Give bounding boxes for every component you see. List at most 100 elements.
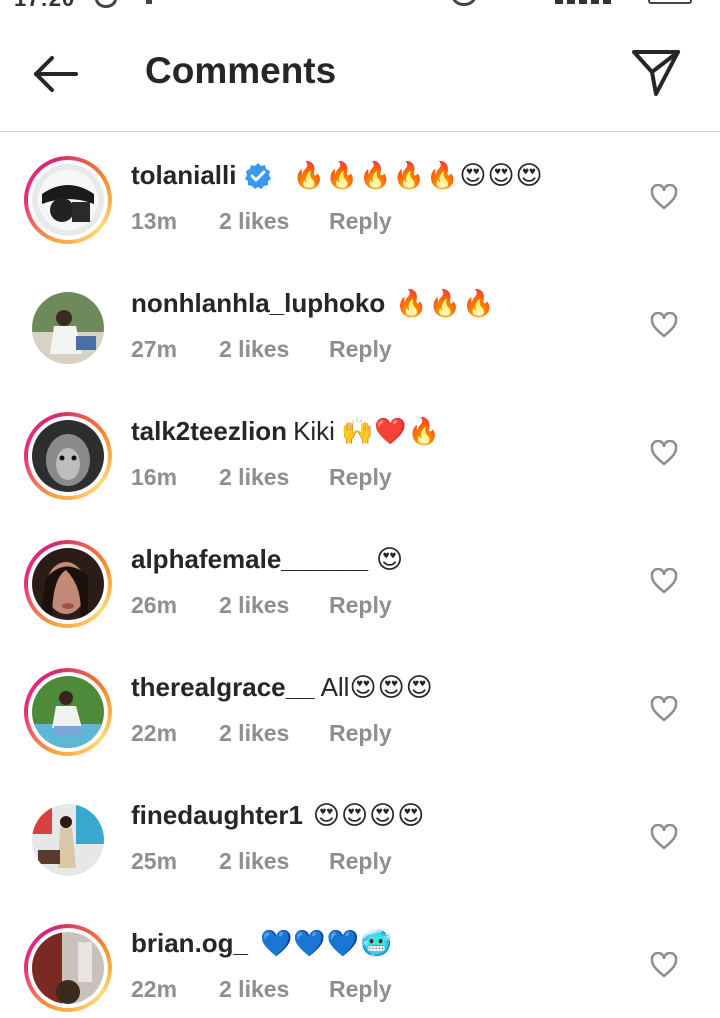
verified-badge-icon — [244, 162, 272, 190]
heart-icon — [650, 311, 678, 338]
comment-row: finedaughter1 😍😍😍😍 25m 2 likes Reply — [0, 772, 720, 900]
heart-icon — [650, 183, 678, 210]
comment-row: tolanialli 🔥🔥🔥🔥🔥😍😍😍 13m 2 likes Reply — [0, 132, 720, 260]
comment-emojis: 😍 — [376, 544, 405, 574]
alarm-icon — [452, 0, 476, 6]
comment-content: finedaughter1 😍😍😍😍 — [131, 800, 425, 831]
page-title: Comments — [145, 50, 337, 91]
heart-icon — [650, 695, 678, 722]
avatar — [32, 676, 104, 748]
avatar-story-ring[interactable] — [24, 156, 112, 244]
like-button[interactable] — [650, 439, 678, 466]
comment-meta: 13m 2 likes Reply — [131, 208, 392, 235]
comment-emojis: 🔥🔥🔥🔥🔥😍😍😍 — [292, 160, 544, 190]
status-time: 17:20 — [14, 0, 75, 12]
heart-icon — [650, 439, 678, 466]
comment-emojis: 😍😍😍😍 — [312, 800, 426, 830]
comment-username[interactable]: nonhlanhla_luphoko — [131, 288, 385, 319]
comment-likes[interactable]: 2 likes — [219, 208, 329, 235]
heart-icon — [650, 823, 678, 850]
comment-emojis: 🔥🔥🔥 — [395, 288, 496, 318]
comment-likes[interactable]: 2 likes — [219, 592, 329, 619]
like-button[interactable] — [650, 823, 678, 850]
comment-time: 27m — [131, 336, 178, 362]
heart-icon — [650, 951, 678, 978]
like-button[interactable] — [650, 567, 678, 594]
comment-likes[interactable]: 2 likes — [219, 336, 329, 363]
comment-likes[interactable]: 2 likes — [219, 976, 329, 1003]
comments-header: Comments — [0, 12, 720, 132]
comment-row: nonhlanhla_luphoko 🔥🔥🔥 27m 2 likes Reply — [0, 260, 720, 388]
comment-content: alphafemale______ 😍 — [131, 544, 404, 575]
avatar — [32, 932, 104, 1004]
comment-time: 16m — [131, 464, 178, 490]
comment-username[interactable]: therealgrace__ — [131, 672, 315, 703]
reply-button[interactable]: Reply — [329, 592, 392, 619]
comment-emojis: 💙💙💙🥶 — [260, 928, 394, 958]
like-button[interactable] — [650, 311, 678, 338]
comment-username[interactable]: brian.og_ — [131, 928, 248, 959]
comment-meta: 22m 2 likes Reply — [131, 720, 392, 747]
like-button[interactable] — [650, 695, 678, 722]
share-button[interactable] — [630, 48, 682, 98]
comment-meta: 22m 2 likes Reply — [131, 976, 392, 1003]
comment-username[interactable]: finedaughter1 — [131, 800, 303, 831]
heart-icon — [650, 567, 678, 594]
avatar — [32, 164, 104, 236]
comment-username[interactable]: talk2teezlion — [131, 416, 287, 447]
like-button[interactable] — [650, 183, 678, 210]
comment-row: alphafemale______ 😍 26m 2 likes Reply — [0, 516, 720, 644]
paper-plane-icon — [632, 50, 680, 96]
back-button[interactable] — [32, 54, 80, 94]
comment-likes[interactable]: 2 likes — [219, 720, 329, 747]
comment-likes[interactable]: 2 likes — [219, 848, 329, 875]
comment-row: talk2teezlion Kiki 🙌❤️🔥 16m 2 likes Repl… — [0, 388, 720, 516]
avatar-container[interactable] — [24, 284, 112, 372]
comment-emojis: 😍😍😍 — [349, 672, 434, 702]
comment-meta: 27m 2 likes Reply — [131, 336, 392, 363]
avatar — [32, 292, 104, 364]
notification-icon-2 — [146, 0, 152, 4]
comment-content: brian.og_ 💙💙💙🥶 — [131, 928, 394, 959]
reply-button[interactable]: Reply — [329, 720, 392, 747]
comment-likes[interactable]: 2 likes — [219, 464, 329, 491]
avatar-story-ring[interactable] — [24, 540, 112, 628]
status-bar: 17:20 — [0, 0, 720, 12]
avatar — [32, 804, 104, 876]
like-button[interactable] — [650, 951, 678, 978]
comment-row: therealgrace__ All 😍😍😍 22m 2 likes Reply — [0, 644, 720, 772]
comment-time: 22m — [131, 976, 178, 1002]
comment-meta: 16m 2 likes Reply — [131, 464, 392, 491]
comment-username[interactable]: tolanialli — [131, 160, 236, 191]
battery-icon — [648, 0, 692, 4]
reply-button[interactable]: Reply — [329, 976, 392, 1003]
comment-username[interactable]: alphafemale______ — [131, 544, 368, 575]
comment-content: talk2teezlion Kiki 🙌❤️🔥 — [131, 416, 441, 447]
avatar-story-ring[interactable] — [24, 412, 112, 500]
avatar-story-ring[interactable] — [24, 924, 112, 1012]
comment-text: Kiki — [293, 416, 335, 446]
signal-icon — [555, 0, 631, 4]
comment-emojis: 🙌❤️🔥 — [340, 416, 442, 446]
comment-time: 26m — [131, 592, 178, 618]
reply-button[interactable]: Reply — [329, 464, 392, 491]
comment-time: 13m — [131, 208, 178, 234]
avatar — [32, 548, 104, 620]
comment-time: 25m — [131, 848, 178, 874]
comment-content: tolanialli 🔥🔥🔥🔥🔥😍😍😍 — [131, 160, 544, 191]
reply-button[interactable]: Reply — [329, 848, 392, 875]
avatar — [32, 420, 104, 492]
comment-meta: 26m 2 likes Reply — [131, 592, 392, 619]
arrow-left-icon — [34, 56, 78, 92]
comment-time: 22m — [131, 720, 178, 746]
reply-button[interactable]: Reply — [329, 336, 392, 363]
avatar-story-ring[interactable] — [24, 668, 112, 756]
comment-row: brian.og_ 💙💙💙🥶 22m 2 likes Reply — [0, 900, 720, 1018]
reply-button[interactable]: Reply — [329, 208, 392, 235]
comment-content: nonhlanhla_luphoko 🔥🔥🔥 — [131, 288, 495, 319]
comment-meta: 25m 2 likes Reply — [131, 848, 392, 875]
notification-icon — [95, 0, 117, 8]
comment-text: All — [320, 672, 350, 702]
avatar-container[interactable] — [24, 796, 112, 884]
comment-content: therealgrace__ All 😍😍😍 — [131, 672, 434, 703]
